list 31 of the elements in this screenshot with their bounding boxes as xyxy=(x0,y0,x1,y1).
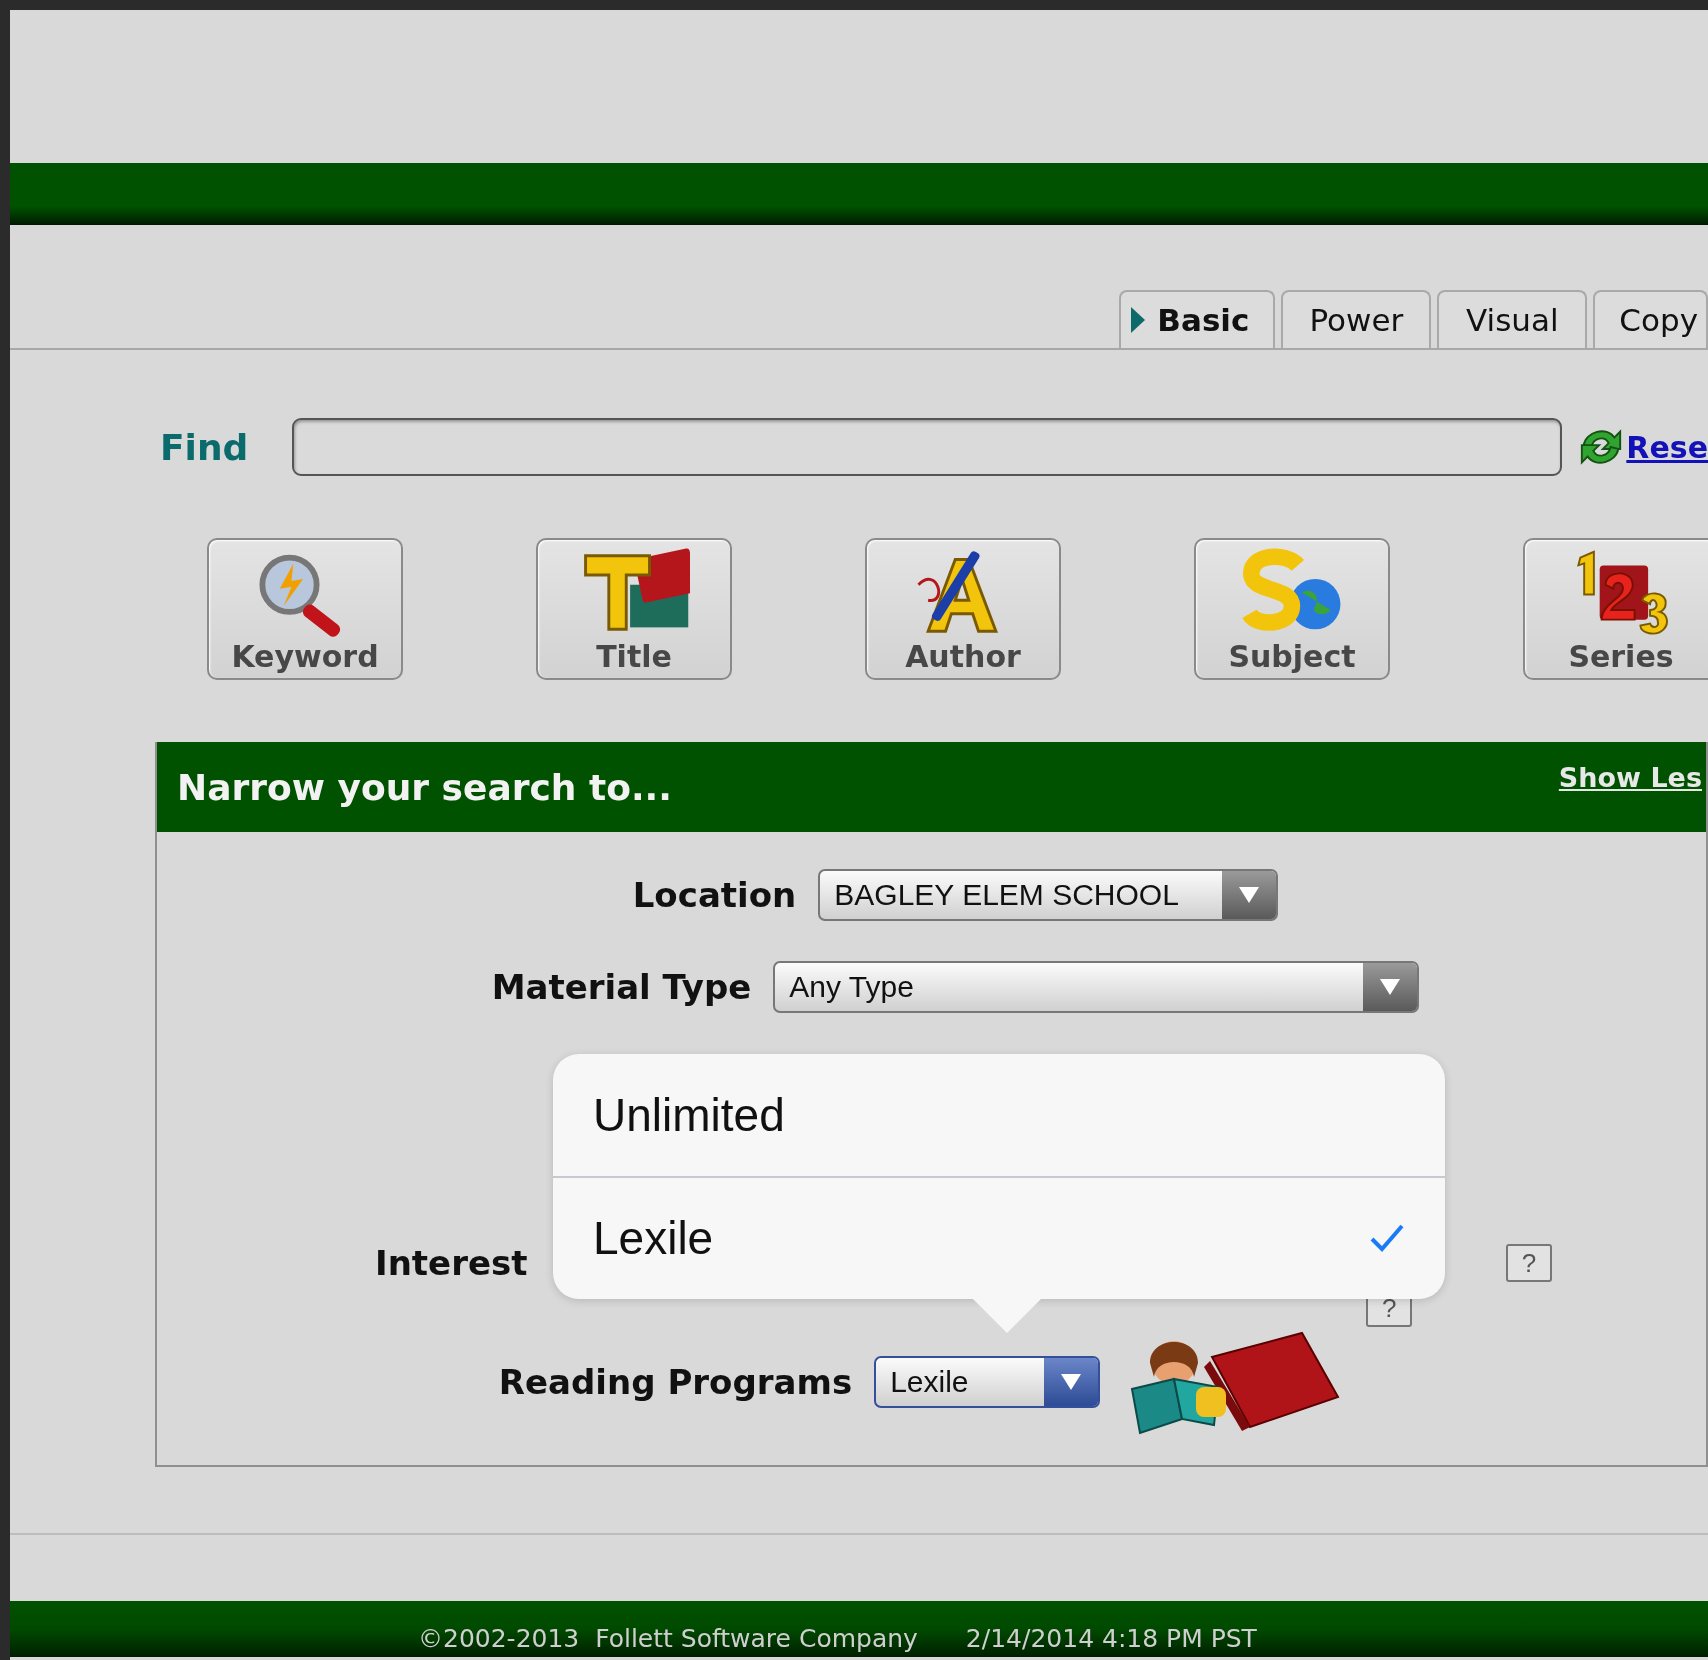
dropdown[interactable]: Any Type xyxy=(773,961,1420,1013)
triangle-icon xyxy=(1131,307,1146,333)
reset-link[interactable]: Rese xyxy=(1626,429,1708,465)
dropdown[interactable]: BAGLEY ELEM SCHOOL xyxy=(818,869,1279,921)
show-less-link[interactable]: Show Les xyxy=(1558,762,1702,793)
picker-option[interactable]: Lexile xyxy=(553,1176,1445,1298)
filter-label: Reading Programs xyxy=(498,1362,853,1402)
picker-option[interactable]: Unlimited xyxy=(553,1054,1445,1176)
find-label: Find xyxy=(160,426,250,468)
copyright-text: ©2002-2013 Follett Software Company xyxy=(418,1624,918,1653)
caret-icon xyxy=(1059,1372,1084,1392)
search-tab[interactable]: Basic xyxy=(1119,290,1276,348)
search-subject-button[interactable]: Subject xyxy=(1194,538,1390,680)
caret-icon xyxy=(1237,885,1262,905)
filter-label: Location xyxy=(632,875,797,915)
filter-label: Material Type xyxy=(491,967,752,1007)
search-series-button[interactable]: Series xyxy=(1523,538,1708,680)
dropdown[interactable]: Lexile xyxy=(874,1356,1101,1408)
timestamp-text: 2/14/2014 4:18 PM PST xyxy=(965,1624,1257,1653)
search-title-button[interactable]: Title xyxy=(536,538,732,680)
search-tab[interactable]: Visual xyxy=(1437,290,1588,348)
search-tab[interactable]: Power xyxy=(1281,290,1432,348)
checkmark-icon xyxy=(1369,1223,1405,1253)
help-icon[interactable]: ? xyxy=(1506,1244,1552,1282)
search-tab[interactable]: Copy xyxy=(1593,290,1708,348)
caret-icon xyxy=(1378,977,1403,997)
search-keyword-button[interactable]: Keyword xyxy=(207,538,403,680)
filter-label: Interest xyxy=(375,1243,528,1283)
panel-title: Narrow your search to... xyxy=(177,766,672,808)
search-author-button[interactable]: Author xyxy=(865,538,1061,680)
search-field[interactable] xyxy=(291,418,1563,476)
